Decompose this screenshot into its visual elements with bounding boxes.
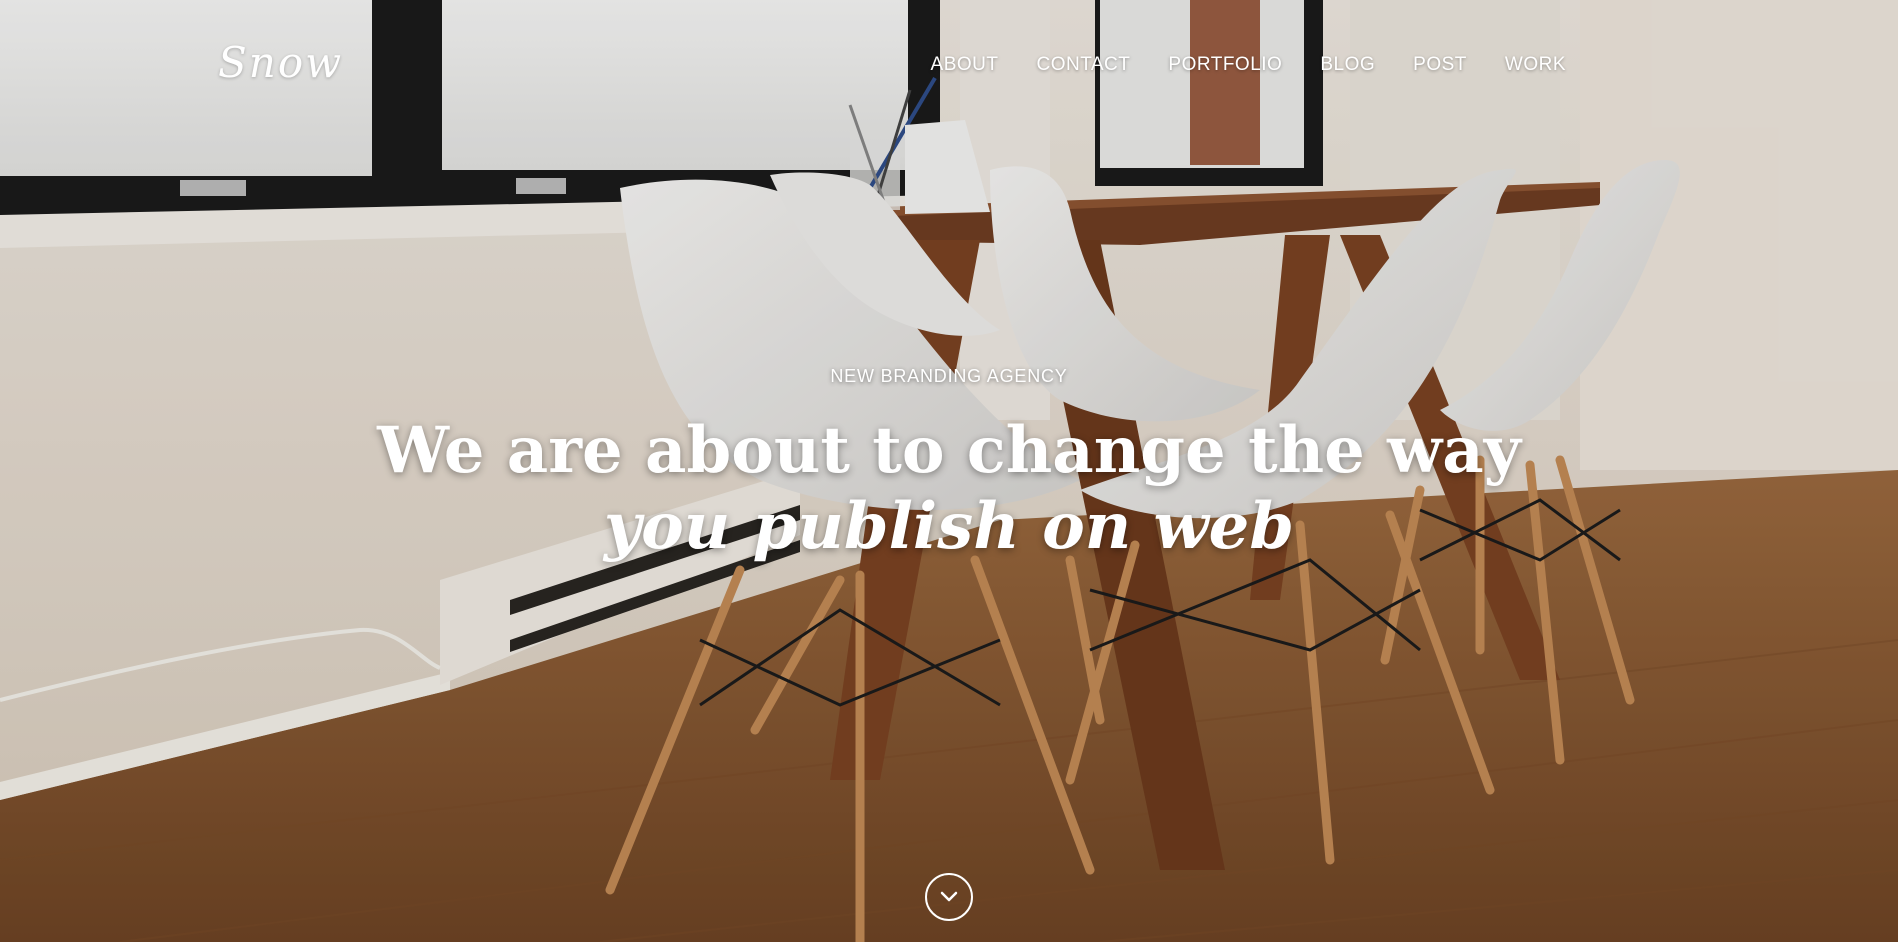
nav-item-about[interactable]: ABOUT [931,54,999,76]
hero-section: Snow ABOUT CONTACT PORTFOLIO BLOG POST W… [0,0,1898,942]
site-logo[interactable]: Snow [218,38,343,87]
nav-item-portfolio[interactable]: PORTFOLIO [1168,54,1282,76]
nav-item-contact[interactable]: CONTACT [1036,54,1130,76]
hero-headline: We are about to change the way you publi… [0,413,1898,565]
nav-item-post[interactable]: POST [1413,54,1467,76]
main-navigation: ABOUT CONTACT PORTFOLIO BLOG POST WORK [893,54,1566,76]
hero-content: NEW BRANDING AGENCY We are about to chan… [0,366,1898,565]
nav-item-blog[interactable]: BLOG [1320,54,1375,76]
scroll-down-button[interactable] [925,873,973,921]
chevron-down-icon [940,891,958,902]
hero-headline-line-2: you publish on web [603,489,1295,564]
nav-item-work[interactable]: WORK [1505,54,1566,76]
hero-headline-line-1: We are about to change the way [377,413,1521,488]
hero-tagline: NEW BRANDING AGENCY [830,366,1068,386]
